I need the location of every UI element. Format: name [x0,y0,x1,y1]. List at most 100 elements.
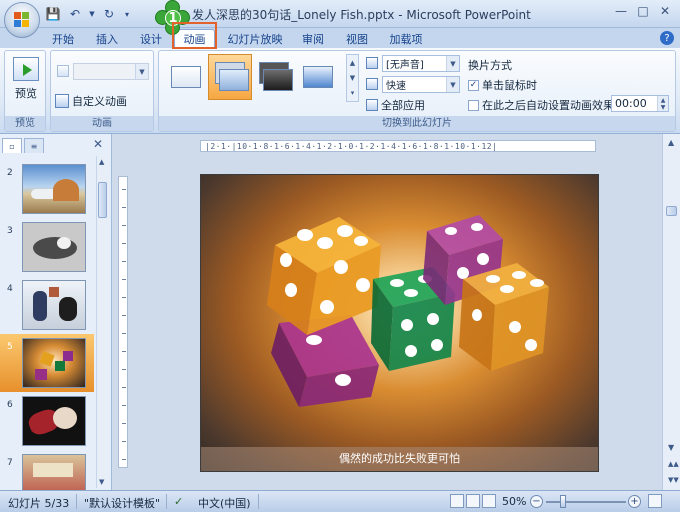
scroll-thumb[interactable] [666,206,677,216]
slide-thumbnail-2[interactable]: 2 [0,160,94,218]
undo-dropdown-icon[interactable]: ▼ [88,5,96,23]
slide-number: 5 [7,342,13,352]
gallery-more-icon[interactable]: ▾ [351,89,355,97]
sound-icon [366,57,378,69]
orange-die [267,217,381,335]
zoom-slider-knob[interactable] [560,495,566,508]
preview-label: 预览 [15,87,37,100]
step-callout-clover: 1 [155,0,191,36]
scroll-thumb[interactable] [98,182,107,218]
auto-advance-option[interactable]: 在此之后自动设置动画效果: [468,97,618,113]
slide-thumbnail-4[interactable]: 4 [0,276,94,334]
auto-advance-time-input[interactable]: 00:00 ▲ ▼ [611,95,669,112]
tab-slide-show[interactable]: 幻灯片放映 [222,29,288,48]
chevron-down-icon: ▼ [135,64,148,79]
purple-die-left [271,315,379,407]
apply-all-icon [366,99,378,111]
tab-review[interactable]: 审阅 [294,29,332,48]
gallery-scrollbar[interactable]: ▲ ▼ ▾ [346,54,359,102]
slide-7-image [22,454,86,490]
transition-fade-black[interactable] [252,54,296,100]
scroll-down-icon[interactable]: ▼ [668,443,674,452]
transition-cut[interactable] [296,54,340,100]
close-icon[interactable]: ✕ [654,2,676,20]
zoom-slider[interactable] [546,501,626,503]
animate-dropdown[interactable]: ▼ [73,63,149,80]
slides-pane-scrollbar[interactable]: ▲ ▼ [96,156,108,488]
slide-show-icon[interactable] [482,494,496,508]
spin-arrows-icon[interactable]: ▲ ▼ [657,96,668,111]
vertical-ruler [118,176,128,468]
animation-group-label: 动画 [51,116,153,131]
custom-animation-button[interactable]: 自定义动画 [55,93,127,109]
zoom-out-icon[interactable]: − [530,495,543,508]
callout-number: 1 [165,10,181,26]
slide-5-image [22,338,86,388]
tab-view[interactable]: 视图 [338,29,376,48]
gallery-up-icon[interactable]: ▲ [350,59,355,67]
orange-die-right [459,263,549,371]
slide-number: 2 [7,168,13,178]
sound-value: [无声音] [386,60,424,71]
auto-advance-time: 00:00 [615,97,647,110]
spell-check-icon[interactable]: ✓ [174,495,183,508]
animate-icon [57,65,69,77]
scroll-down-icon[interactable]: ▼ [99,478,104,486]
gallery-down-icon[interactable]: ▼ [350,74,355,82]
previous-slide-icon[interactable]: ▲▲ [668,460,679,468]
on-click-label: 单击鼠标时 [482,79,537,92]
apply-all-label: 全部应用 [381,99,425,112]
slides-pane: ▫ ≡ ✕ 2 3 4 5 6 7 ▲ ▼ [0,134,112,490]
scroll-up-icon[interactable]: ▲ [668,138,674,147]
slide-number: 4 [7,284,13,294]
speed-icon [366,78,378,90]
redo-icon[interactable]: ↻ [100,5,118,23]
transition-sound-select[interactable]: [无声音] ▼ [382,55,460,72]
tab-home[interactable]: 开始 [44,29,82,48]
status-bar: 幻灯片 5/33 "默认设计模板" ✓ 中文(中国) 50% − + [0,490,680,512]
slide-thumbnail-7[interactable]: 7 [0,450,94,490]
dice-image [267,215,549,407]
chevron-down-icon: ▼ [446,56,459,71]
transition-speed-select[interactable]: 快速 ▼ [382,76,460,93]
transition-none[interactable] [164,54,208,100]
close-pane-icon[interactable]: ✕ [93,137,103,151]
on-click-option[interactable]: ✓ 单击鼠标时 [468,77,537,93]
on-click-checkbox[interactable]: ✓ [468,79,479,91]
slide-number: 6 [7,400,13,410]
normal-view-icon[interactable] [450,494,464,508]
outline-tab-icon[interactable]: ≡ [24,138,44,153]
auto-advance-checkbox[interactable] [468,99,479,111]
customize-qat-icon[interactable]: ▾ [122,5,132,23]
save-icon[interactable]: 💾 [44,5,62,23]
slide-sorter-icon[interactable] [466,494,480,508]
slide-3-image [22,222,86,272]
zoom-in-icon[interactable]: + [628,495,641,508]
slide-caption: 偶然的成功比失败更可怕 [201,447,598,471]
office-logo-icon [14,12,30,28]
office-button[interactable] [4,2,40,38]
undo-icon[interactable]: ↶ [66,5,84,23]
slide-thumbnail-3[interactable]: 3 [0,218,94,276]
tab-add-ins[interactable]: 加载项 [382,29,430,48]
scroll-up-icon[interactable]: ▲ [99,158,104,166]
slide-number: 3 [7,226,13,236]
tab-insert[interactable]: 插入 [88,29,126,48]
transition-fade-smoothly[interactable] [208,54,252,100]
custom-animation-icon [55,94,69,108]
help-icon[interactable]: ? [660,31,674,45]
speed-value: 快速 [386,81,406,92]
theme-name: "默认设计模板" [84,497,161,510]
slide-thumbnail-6[interactable]: 6 [0,392,94,450]
fit-to-window-icon[interactable] [648,494,662,508]
current-slide[interactable]: 偶然的成功比失败更可怕 [200,174,599,472]
next-slide-icon[interactable]: ▼▼ [668,476,679,484]
slides-tab-icon[interactable]: ▫ [2,138,22,153]
minimize-icon[interactable]: — [610,2,632,20]
main-vertical-scrollbar[interactable]: ▲ ▼ ▲▲ ▼▼ [662,134,680,490]
slide-thumbnail-5[interactable]: 5 [0,334,94,392]
apply-to-all-button[interactable]: 全部应用 [366,97,425,113]
preview-button[interactable]: 预览 [9,57,43,101]
zoom-level: 50% [502,495,527,508]
maximize-icon[interactable]: □ [632,2,654,20]
